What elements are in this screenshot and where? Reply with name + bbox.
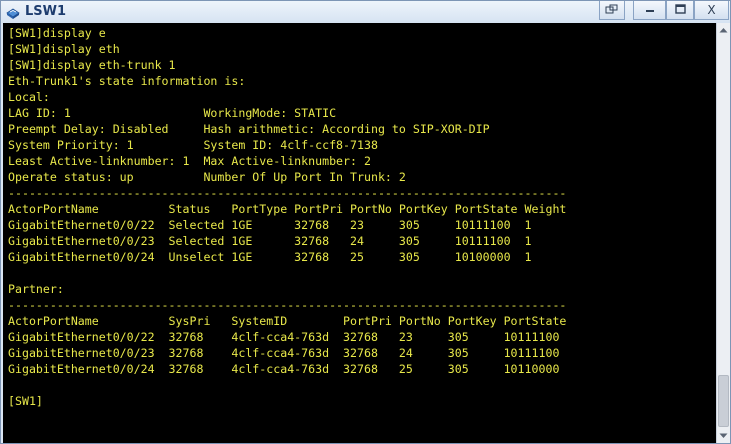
terminal-line: [SW1]display eth-trunk 1 [8, 58, 176, 72]
close-icon: X [707, 3, 716, 17]
minimize-button[interactable] [633, 1, 666, 20]
terminal-line: GigabitEthernet0/0/22 Selected 1GE 32768… [8, 218, 532, 232]
terminal-line: GigabitEthernet0/0/24 Unselect 1GE 32768… [8, 250, 532, 264]
minimize-icon [645, 1, 655, 19]
terminal-line: Preempt Delay: Disabled Hash arithmetic:… [8, 122, 490, 136]
terminal-output[interactable]: [SW1]display e [SW1]display eth [SW1]displ… [3, 23, 716, 443]
terminal-line: ActorPortName Status PortType PortPri Po… [8, 202, 567, 216]
terminal-line: Operate status: up Number Of Up Port In … [8, 170, 406, 184]
terminal-line: Least Active-linknumber: 1 Max Active-li… [8, 154, 371, 168]
terminal-line: [SW1] [8, 394, 43, 408]
restore-icon [605, 1, 619, 19]
title-bar[interactable]: LSW1 X [1, 1, 730, 23]
terminal-window: LSW1 X [SW1]display e [SW1]display eth [SW… [0, 0, 731, 444]
terminal-line: System Priority: 1 System ID: 4clf-ccf8-… [8, 138, 378, 152]
terminal-line: [SW1]display eth [8, 42, 120, 56]
terminal-line: [SW1]display e [8, 26, 106, 40]
terminal-line: LAG ID: 1 WorkingMode: STATIC [8, 106, 337, 120]
terminal-line: GigabitEthernet0/0/23 32768 4clf-cca4-76… [8, 346, 560, 360]
terminal-line: GigabitEthernet0/0/23 Selected 1GE 32768… [8, 234, 532, 248]
scroll-down-icon[interactable] [717, 429, 730, 443]
terminal-line: ----------------------------------------… [8, 298, 567, 312]
network-device-icon [5, 4, 21, 20]
window-title: LSW1 [25, 4, 67, 19]
terminal-line: Partner: [8, 282, 64, 296]
maximize-button[interactable] [666, 1, 694, 20]
restore-small-button[interactable] [599, 1, 625, 20]
scroll-up-icon[interactable] [717, 23, 730, 37]
terminal-line: Local: [8, 90, 50, 104]
maximize-icon [674, 1, 686, 19]
terminal-line: ActorPortName SysPri SystemID PortPri Po… [8, 314, 567, 328]
terminal-lines: [SW1]display e [SW1]display eth [SW1]displ… [8, 25, 566, 409]
close-button[interactable]: X [694, 1, 729, 20]
terminal-line: GigabitEthernet0/0/24 32768 4clf-cca4-76… [8, 362, 560, 376]
terminal-line: Eth-Trunk1's state information is: [8, 74, 246, 88]
terminal-line: GigabitEthernet0/0/22 32768 4clf-cca4-76… [8, 330, 560, 344]
terminal-line: ----------------------------------------… [8, 186, 567, 200]
scrollbar-thumb[interactable] [718, 375, 729, 427]
vertical-scrollbar[interactable] [716, 23, 730, 443]
